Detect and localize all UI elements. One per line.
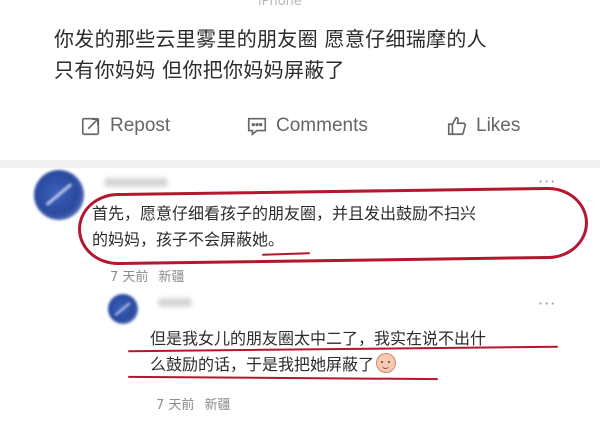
reply-text: 但是我女儿的朋友圈太中二了，我实在说不出什 么鼓励的话，于是我把她屏蔽了 — [150, 326, 486, 378]
annotation-ellipse — [77, 186, 589, 266]
reply-text-line-2-text: 么鼓励的话，于是我把她屏蔽了 — [150, 355, 375, 374]
reply-text-line-2: 么鼓励的话，于是我把她屏蔽了 — [150, 352, 486, 378]
post-text-line-2: 只有你妈妈 但你把你妈妈屏蔽了 — [54, 58, 345, 82]
thumbs-up-icon — [447, 116, 466, 136]
post-actions: Repost Comments Likes — [0, 108, 600, 144]
avatar[interactable] — [34, 170, 84, 220]
reply-name[interactable] — [158, 298, 192, 307]
reply-avatar[interactable] — [108, 294, 138, 324]
repost-button[interactable]: Repost — [80, 108, 170, 144]
comment-time: 7 天前 — [110, 270, 149, 285]
reply-time: 7 天前 — [156, 398, 195, 413]
comment-icon — [247, 117, 267, 136]
reply-location: 新疆 — [204, 398, 231, 413]
face-emoji-icon — [376, 353, 397, 373]
comments-label: Comments — [276, 115, 368, 136]
likes-button[interactable]: Likes — [446, 108, 520, 144]
post-text-line-1: 你发的那些云里雾里的朋友圈 愿意仔细瑞摩的人 — [54, 27, 487, 51]
commenter-name[interactable] — [104, 178, 168, 187]
repost-icon — [81, 117, 100, 136]
likes-label: Likes — [476, 115, 521, 136]
section-divider — [0, 160, 600, 168]
reply-more-icon[interactable]: ··· — [538, 294, 556, 313]
reply-meta: 7 天前 新疆 — [156, 394, 231, 413]
device-label: iPhone — [258, 0, 302, 9]
post-text: 你发的那些云里雾里的朋友圈 愿意仔细瑞摩的人 只有你妈妈 但你把你妈妈屏蔽了 — [54, 24, 487, 86]
comments-button[interactable]: Comments — [246, 108, 368, 144]
comment-location: 新疆 — [158, 270, 185, 285]
comment-meta: 7 天前 新疆 — [110, 266, 185, 285]
repost-label: Repost — [110, 115, 171, 136]
